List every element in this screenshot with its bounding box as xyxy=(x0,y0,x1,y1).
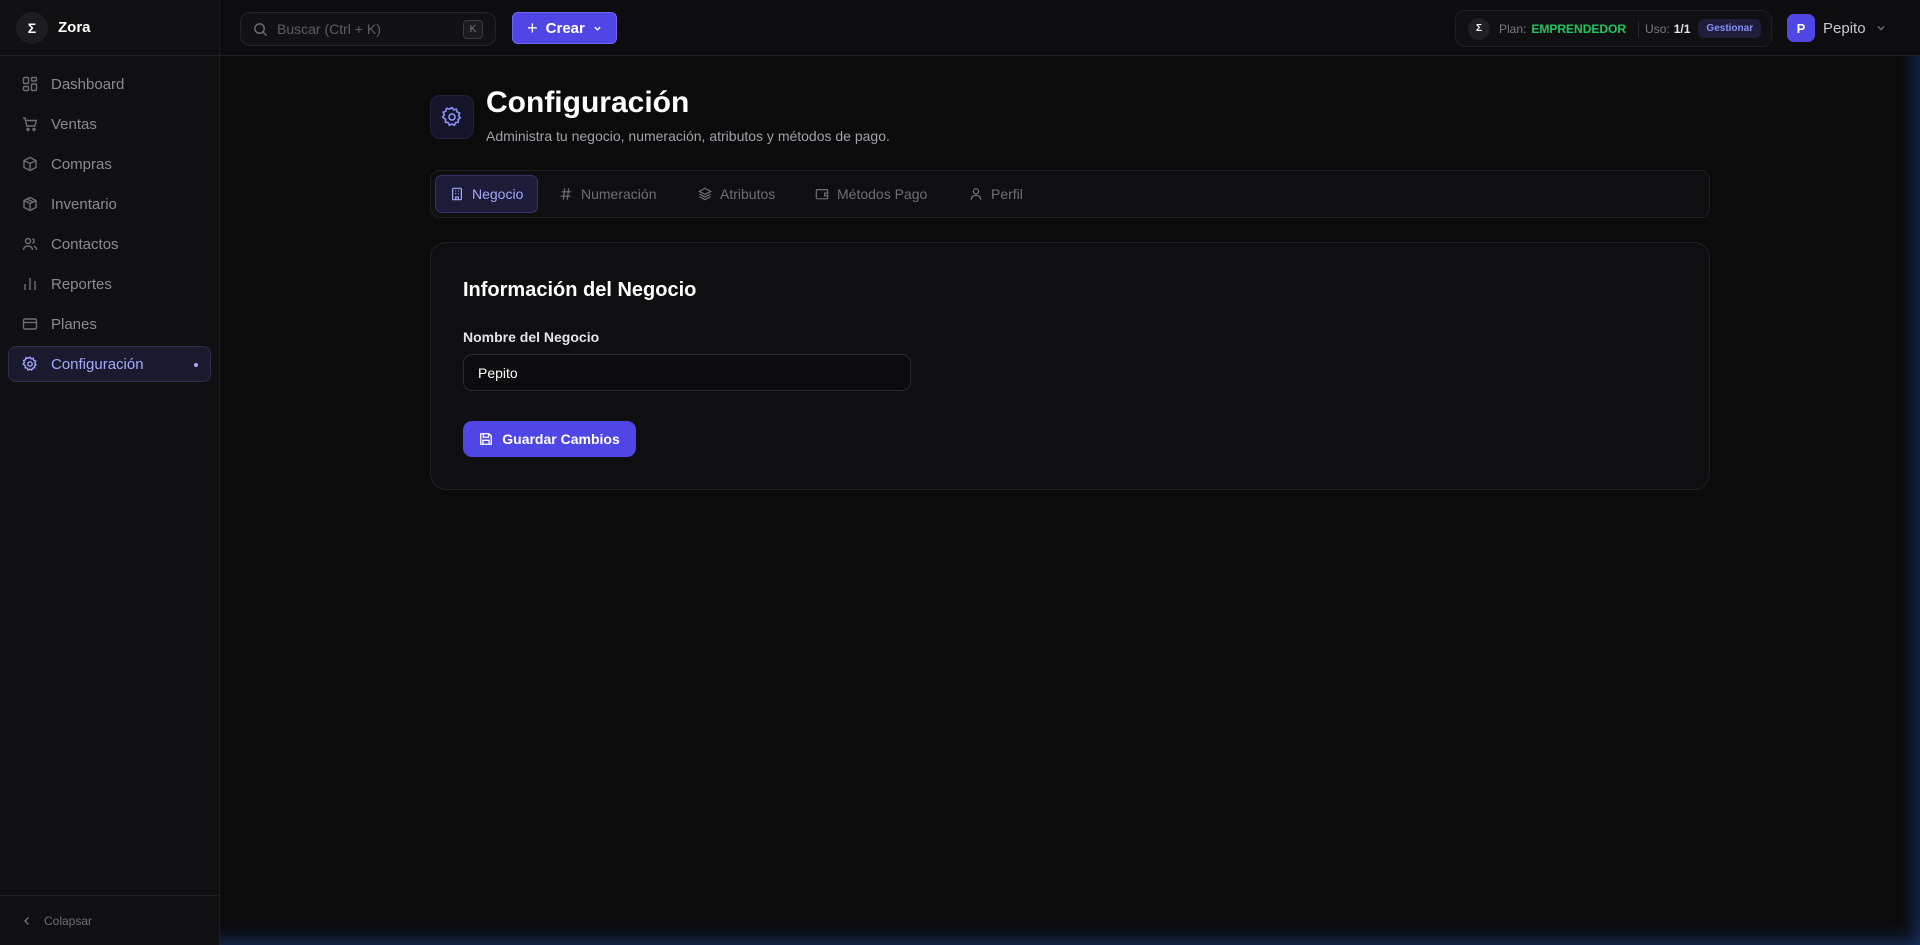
wallet-icon xyxy=(815,187,829,201)
collapse-button[interactable]: Colapsar xyxy=(0,895,220,945)
package-icon xyxy=(22,196,38,212)
credit-card-icon xyxy=(22,316,38,332)
sidebar-item-compras[interactable]: Compras xyxy=(8,146,211,182)
sidebar-item-label: Reportes xyxy=(51,275,112,293)
plan-label: Plan: xyxy=(1499,21,1527,36)
user-icon xyxy=(969,187,983,201)
tab-negocio[interactable]: Negocio xyxy=(435,175,539,213)
topbar: Buscar (Ctrl + K) K + Crear Σ Plan: EMPR… xyxy=(220,0,1920,56)
sidebar-item-reportes[interactable]: Reportes xyxy=(8,266,211,302)
business-name-label: Nombre del Negocio xyxy=(463,329,600,345)
create-button[interactable]: + Crear xyxy=(512,12,617,44)
manage-plan-button[interactable]: Gestionar xyxy=(1698,19,1762,38)
hash-icon xyxy=(559,187,573,201)
avatar: P xyxy=(1787,14,1815,42)
plus-icon: + xyxy=(527,17,538,38)
usage-label: Uso: xyxy=(1645,21,1670,36)
create-label: Crear xyxy=(545,19,585,37)
chevron-left-icon xyxy=(22,916,32,926)
collapse-label: Colapsar xyxy=(44,913,93,928)
sidebar-item-label: Dashboard xyxy=(51,75,125,93)
gear-icon xyxy=(22,356,38,372)
page-title: Configuración xyxy=(486,86,690,119)
business-info-card: Información del Negocio Nombre del Negoc… xyxy=(430,242,1710,490)
user-name: Pepito xyxy=(1823,19,1866,37)
sidebar-item-label: Contactos xyxy=(51,235,119,253)
box-icon xyxy=(22,156,38,172)
tab-numeracion[interactable]: Numeración xyxy=(545,175,670,213)
save-icon xyxy=(479,432,493,446)
chevron-down-icon xyxy=(593,24,602,33)
page-subtitle: Administra tu negocio, numeración, atrib… xyxy=(486,128,890,144)
gear-icon xyxy=(430,95,474,139)
brand[interactable]: Σ Zora xyxy=(0,0,219,56)
brand-logo: Σ xyxy=(16,11,48,44)
search-input[interactable]: Buscar (Ctrl + K) K xyxy=(240,12,496,46)
sidebar-item-label: Configuración xyxy=(51,355,144,373)
plan-name: EMPRENDEDOR xyxy=(1531,21,1627,36)
sidebar-item-planes[interactable]: Planes xyxy=(8,306,211,342)
save-button[interactable]: Guardar Cambios xyxy=(463,421,636,457)
tab-metodos-pago[interactable]: Métodos Pago xyxy=(801,175,941,213)
tab-label: Perfil xyxy=(991,186,1023,202)
bar-chart-icon xyxy=(22,276,38,292)
sidebar-item-inventario[interactable]: Inventario xyxy=(8,186,211,222)
tab-perfil[interactable]: Perfil xyxy=(955,175,1037,213)
sidebar-item-label: Ventas xyxy=(51,115,97,133)
sidebar-nav: Dashboard Ventas Compras Inventario Cont… xyxy=(0,56,219,396)
sidebar: Σ Zora Dashboard Ventas Compras Inventar… xyxy=(0,0,220,945)
plan-status: Σ Plan: EMPRENDEDOR Uso: 1/1 Gestionar xyxy=(1455,10,1772,47)
users-icon xyxy=(22,236,38,252)
sidebar-item-ventas[interactable]: Ventas xyxy=(8,106,211,142)
tab-label: Atributos xyxy=(720,186,776,202)
sidebar-item-dashboard[interactable]: Dashboard xyxy=(8,66,211,102)
sidebar-item-label: Compras xyxy=(51,155,112,173)
search-icon xyxy=(253,22,268,37)
building-icon xyxy=(450,187,464,201)
save-label: Guardar Cambios xyxy=(502,431,620,447)
chevron-down-icon xyxy=(1876,23,1886,33)
tab-label: Negocio xyxy=(472,186,524,202)
divider xyxy=(1638,20,1640,37)
tab-atributos[interactable]: Atributos xyxy=(684,175,789,213)
user-menu[interactable]: P Pepito xyxy=(1787,14,1886,42)
cart-icon xyxy=(22,116,38,132)
usage-value: 1/1 xyxy=(1673,21,1691,36)
business-name-field[interactable] xyxy=(463,354,911,391)
sidebar-item-configuracion[interactable]: Configuración xyxy=(8,346,211,382)
active-indicator xyxy=(194,363,198,367)
app-window: Σ Zora Dashboard Ventas Compras Inventar… xyxy=(0,0,1920,945)
search-shortcut-key: K xyxy=(463,20,483,39)
settings-tabs: Negocio Numeración Atributos Métodos Pag… xyxy=(430,170,1710,218)
brand-name: Zora xyxy=(58,19,91,36)
sidebar-item-contactos[interactable]: Contactos xyxy=(8,226,211,262)
layers-icon xyxy=(698,187,712,201)
tab-label: Numeración xyxy=(581,186,657,202)
tab-label: Métodos Pago xyxy=(837,186,928,202)
sidebar-item-label: Inventario xyxy=(51,195,117,213)
dashboard-icon xyxy=(22,76,38,92)
search-placeholder: Buscar (Ctrl + K) xyxy=(277,21,381,37)
sidebar-item-label: Planes xyxy=(51,315,97,333)
plan-logo: Σ xyxy=(1468,17,1490,40)
card-title: Información del Negocio xyxy=(463,279,697,301)
